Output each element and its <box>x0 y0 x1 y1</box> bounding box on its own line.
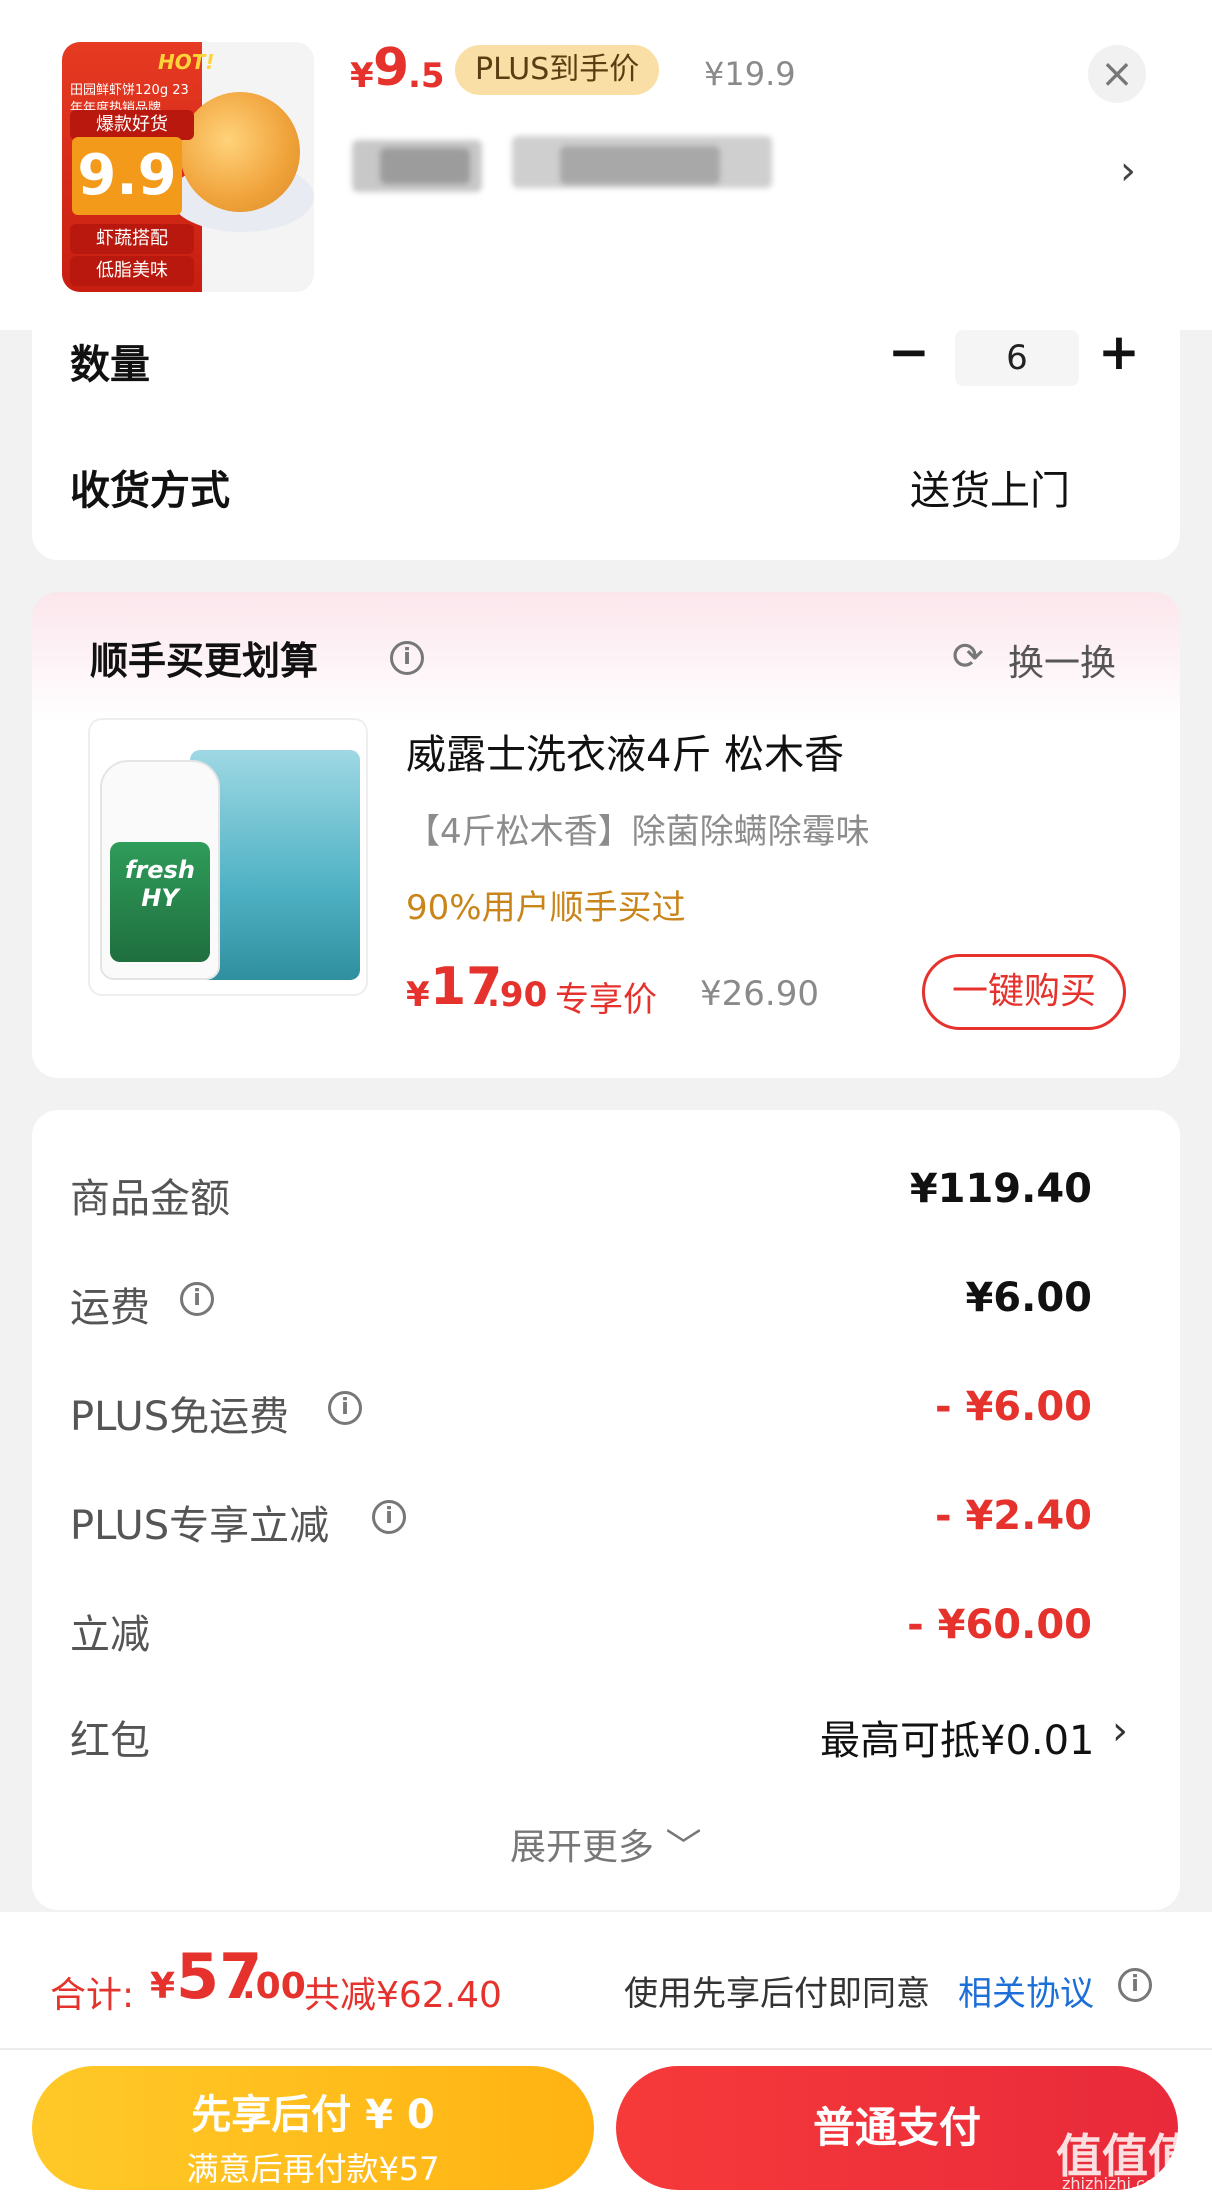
pay-later-title: 先享后付 ¥ 0 <box>191 2092 435 2138</box>
total-decimal: .00 <box>242 1966 306 2007</box>
fee-value-plus-free-shipping: - ¥6.00 <box>934 1384 1092 1430</box>
agreement-text: 使用先享后付即同意 <box>624 1974 930 2014</box>
blurred-text-2 <box>380 148 470 184</box>
thumbnail-hot-label: HOT! <box>158 50 215 74</box>
fee-value-shipping: ¥6.00 <box>965 1275 1092 1321</box>
thumbnail-hit-badge: 爆款好货 <box>70 110 194 140</box>
quantity-input[interactable]: 6 <box>955 330 1079 386</box>
recommended-product-name[interactable]: 威露士洗衣液4斤 松木香 <box>406 722 844 780</box>
recommendation-title: 顺手买更划算 <box>90 639 319 683</box>
agreement-link[interactable]: 相关协议 <box>958 1966 1094 2015</box>
refresh-button[interactable]: 换一换 <box>1008 634 1116 686</box>
one-click-buy-button[interactable]: 一键购买 <box>922 954 1126 1030</box>
thumbnail-tag-1: 虾蔬搭配 <box>70 224 194 254</box>
recommended-original-price: ¥26.90 <box>700 974 819 1014</box>
recommended-social-proof: 90%用户顺手买过 <box>406 888 686 928</box>
bottle-image: fresh HY <box>100 760 220 980</box>
fee-label-instant-discount: 立减 <box>70 1612 150 1658</box>
plus-shipping-info-icon[interactable]: i <box>328 1391 362 1425</box>
hongbao-value[interactable]: 最高可抵¥0.01 <box>820 1708 1095 1766</box>
quantity-label: 数量 <box>70 342 150 388</box>
product-thumbnail[interactable]: 田园鲜虾饼120g 23年年度热销品牌 HOT! 爆款好货 9.9 虾蔬搭配 低… <box>62 42 314 292</box>
expand-more-button[interactable]: 展开更多 ﹀ <box>510 1818 701 1870</box>
plus-price-badge: PLUS到手价 <box>455 45 660 95</box>
footer-divider <box>0 2048 1212 2050</box>
agreement-info-icon[interactable]: i <box>1118 1968 1152 2002</box>
chevron-right-icon[interactable]: › <box>1112 1708 1128 1754</box>
close-button[interactable]: × <box>1088 45 1146 103</box>
chevron-right-icon[interactable]: › <box>1120 148 1136 194</box>
delivery-method-value[interactable]: 送货上门 <box>910 458 1070 516</box>
hongbao-label: 红包 <box>70 1718 150 1764</box>
fee-label-plus-free-shipping: PLUS免运费 <box>70 1394 290 1440</box>
watermark-url: zhizhizhi.com <box>1062 2174 1171 2193</box>
pay-later-button[interactable]: 先享后付 ¥ 0 满意后再付款¥57 <box>32 2066 594 2190</box>
pay-later-subtitle: 满意后再付款¥57 <box>186 2150 440 2188</box>
recommended-price-symbol: ¥ <box>406 975 430 1015</box>
bottle-brand-label: fresh HY <box>110 842 210 962</box>
thumbnail-shrimp-cake <box>180 92 300 212</box>
plus-discount-info-icon[interactable]: i <box>372 1500 406 1534</box>
recommended-product-image[interactable]: fresh HY <box>88 718 368 996</box>
quantity-increase-button[interactable]: + <box>1098 323 1140 381</box>
header-price-decimal: .5 <box>408 56 445 96</box>
total-saved: 共减¥62.40 <box>304 1975 502 2016</box>
fee-value-plus-discount: - ¥2.40 <box>934 1493 1092 1539</box>
header-price-symbol: ¥ <box>350 56 374 96</box>
thumbnail-big-price: 9.9 <box>72 137 182 215</box>
fee-value-instant-discount: - ¥60.00 <box>907 1602 1092 1648</box>
refresh-icon[interactable]: ⟳ <box>952 634 984 678</box>
fee-value-goods: ¥119.40 <box>909 1166 1092 1212</box>
recommended-price-decimal: .90 <box>487 975 548 1015</box>
info-icon[interactable]: i <box>390 641 424 675</box>
close-icon: × <box>1100 51 1134 97</box>
fee-label-plus-discount: PLUS专享立减 <box>70 1503 330 1549</box>
delivery-label: 收货方式 <box>70 468 230 514</box>
fee-label-goods: 商品金额 <box>70 1176 230 1222</box>
blurred-text-4 <box>560 146 720 184</box>
shipping-info-icon[interactable]: i <box>180 1282 214 1316</box>
quantity-decrease-button[interactable]: − <box>888 323 930 381</box>
fee-label-shipping: 运费 <box>70 1285 150 1331</box>
header-price-integer: 9 <box>373 38 410 98</box>
recommended-product-subtitle: 【4斤松木香】除菌除螨除霉味 <box>406 812 870 852</box>
header-original-price: ¥19.9 <box>704 55 796 93</box>
total-symbol: ¥ <box>150 1966 176 2007</box>
exclusive-price-tag: 专享价 <box>555 980 657 1020</box>
total-label: 合计: <box>50 1975 135 2016</box>
thumbnail-tag-2: 低脂美味 <box>70 256 194 286</box>
